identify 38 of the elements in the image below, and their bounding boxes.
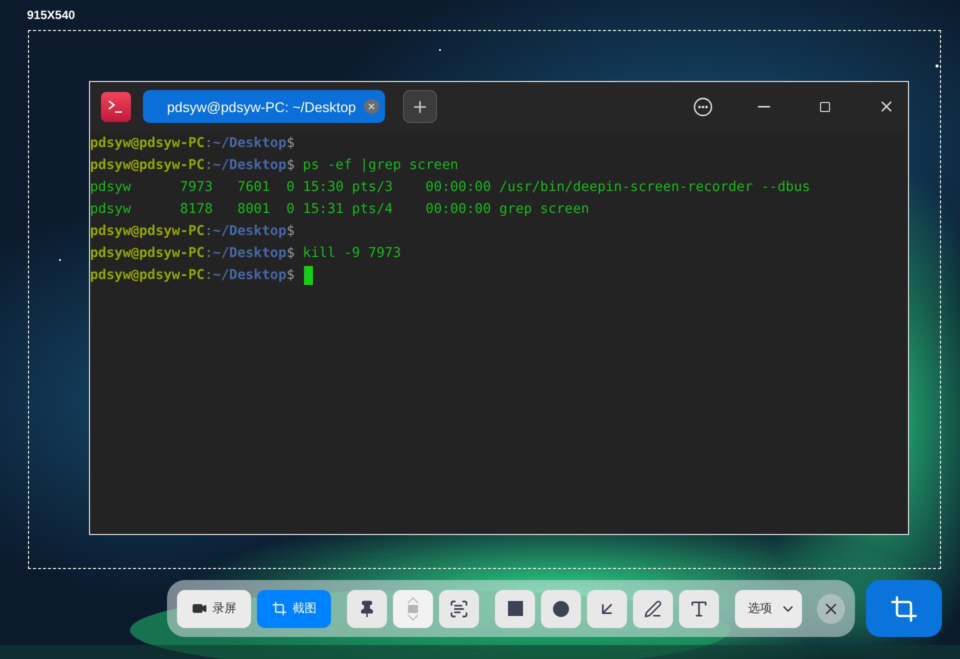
tool-button[interactable] (679, 590, 719, 628)
ocr-icon (449, 598, 469, 618)
tool-button[interactable] (439, 590, 479, 628)
screenshot-button[interactable]: 截图 (257, 590, 331, 628)
terminal-line: pdsyw 7973 7601 0 15:30 pts/3 00:00:00 /usr/bin/deepin-screen-recorder --dbus (90, 178, 810, 197)
options-dropdown[interactable]: 选项 (735, 590, 802, 628)
tool-button[interactable] (633, 590, 673, 628)
terminal-tab[interactable]: pdsyw@pdsyw-PC: ~/Desktop (143, 90, 385, 123)
new-tab-button[interactable] (403, 90, 437, 123)
close-icon (367, 102, 376, 111)
scroll-icon (406, 596, 420, 620)
terminal-line: pdsyw 8178 8001 0 15:31 pts/4 00:00:00 grep screen (90, 200, 590, 219)
close-button[interactable] (817, 594, 845, 624)
pen-icon (644, 600, 662, 618)
tool-button[interactable] (347, 590, 387, 628)
terminal-line: pdsyw@pdsyw-PC:~/Desktop$ ps -ef |grep screen (90, 156, 458, 175)
crop-button[interactable] (866, 580, 942, 637)
terminal-line: pdsyw@pdsyw-PC:~/Desktop$ (90, 134, 295, 153)
tool-button[interactable] (541, 590, 581, 628)
tool-button[interactable] (587, 590, 627, 628)
terminal-app-icon (101, 92, 131, 122)
circle-icon (553, 600, 569, 616)
terminal-line: pdsyw@pdsyw-PC:~/Desktop$ kill -9 7973 (90, 244, 402, 263)
text-tool-icon (689, 598, 709, 618)
pin-icon (358, 600, 376, 618)
selection-size-label: 915X540 (27, 8, 76, 22)
crop-icon (272, 601, 286, 616)
terminal-line: pdsyw@pdsyw-PC:~/Desktop$ (90, 266, 295, 285)
crop-icon (890, 594, 918, 622)
record-button[interactable]: 录屏 (177, 590, 251, 628)
terminal-line: pdsyw@pdsyw-PC:~/Desktop$ (90, 222, 295, 241)
tool-button[interactable] (495, 590, 535, 628)
video-camera-icon (192, 601, 206, 616)
maximize-icon (819, 100, 831, 112)
more-button[interactable] (693, 96, 713, 116)
rectangle-icon (508, 601, 522, 616)
tab-close-button[interactable] (364, 99, 379, 114)
minimize-icon (758, 106, 770, 108)
